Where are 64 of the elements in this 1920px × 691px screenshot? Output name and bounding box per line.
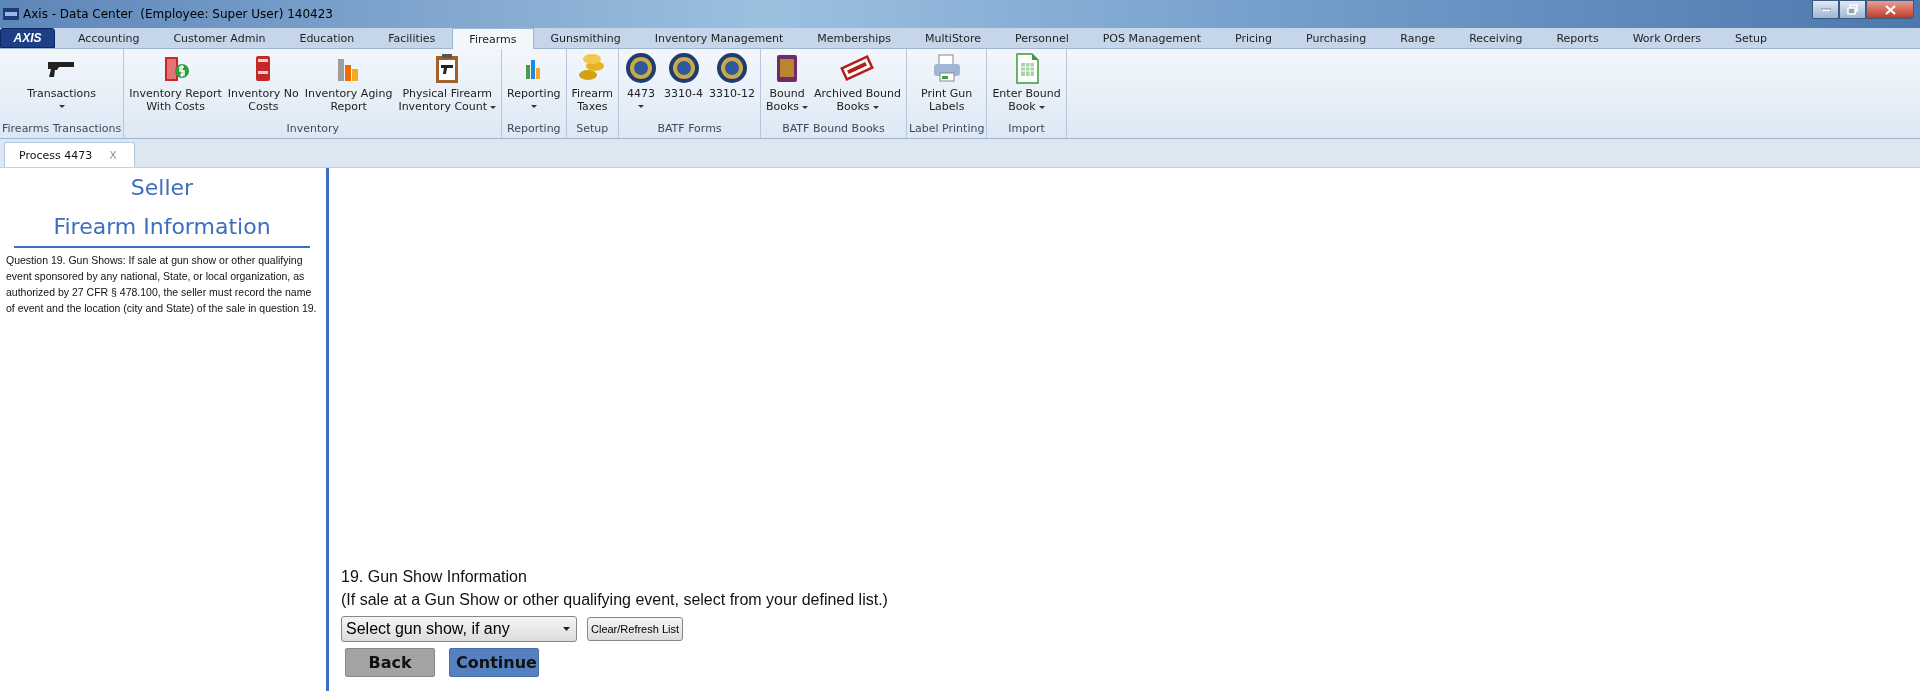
seal-icon bbox=[624, 51, 658, 85]
menu-tab[interactable]: Education bbox=[282, 28, 372, 48]
menu-tab[interactable]: Reports bbox=[1539, 28, 1616, 48]
ribbon-button[interactable]: Print Gun Labels bbox=[918, 49, 976, 122]
ribbon-button[interactable]: Archived Bound Books bbox=[811, 49, 904, 122]
ribbon-button[interactable]: Transactions bbox=[24, 49, 99, 122]
ribbon-button[interactable]: Enter Bound Book bbox=[989, 49, 1064, 122]
menu-tab[interactable]: Memberships bbox=[800, 28, 908, 48]
ribbon-button[interactable]: 3310-4 bbox=[661, 49, 706, 122]
menu-tab[interactable]: Setup bbox=[1718, 28, 1784, 48]
window-title: Axis - Data Center (Employee: Super User) 140423 bbox=[23, 7, 333, 21]
menu-tab[interactable]: Range bbox=[1383, 28, 1453, 48]
menu-tab[interactable]: Accounting bbox=[61, 28, 157, 48]
continue-button[interactable]: Continue bbox=[449, 648, 539, 677]
group-label: Label Printing bbox=[908, 122, 985, 137]
clear-refresh-button[interactable]: Clear/Refresh List bbox=[587, 617, 684, 641]
ribbon-button[interactable]: Bound Books bbox=[762, 49, 812, 122]
sidebar-title: Firearm Information bbox=[14, 212, 310, 248]
help-text: Question 19. Gun Shows: If sale at gun show or other qualifying event sponsored by any national, State, or local organization, as authorized by 27 CFR § 478.100, the seller must record the name of event and the location (city and State) of the sale in question 19. bbox=[6, 253, 318, 316]
document-tab[interactable]: Process 4473 X bbox=[4, 142, 135, 167]
close-button[interactable] bbox=[1866, 0, 1914, 19]
app-icon bbox=[3, 8, 19, 20]
ribbon-button[interactable]: Inventory Report With Costs bbox=[126, 49, 225, 122]
group-label: Firearms Transactions bbox=[2, 122, 122, 137]
sidebar-heading: Seller bbox=[129, 174, 195, 202]
ribbon-button[interactable]: Reporting bbox=[504, 49, 564, 122]
group-label: BATF Bound Books bbox=[782, 122, 885, 137]
menu-tab[interactable]: Firearms bbox=[452, 28, 534, 49]
ribbon-button[interactable]: Physical Firearm Inventory Count bbox=[395, 49, 500, 122]
back-button[interactable]: Back bbox=[345, 648, 435, 677]
tab-label: Process 4473 bbox=[19, 148, 93, 162]
restore-button[interactable] bbox=[1839, 0, 1866, 19]
group-label: Inventory bbox=[286, 122, 339, 137]
menu-tab[interactable]: Inventory Management bbox=[637, 28, 801, 48]
seal-icon bbox=[666, 51, 701, 85]
group-label: BATF Forms bbox=[657, 122, 722, 137]
ribbon-button[interactable]: 4473 bbox=[621, 49, 661, 122]
menu-tab[interactable]: Receiving bbox=[1452, 28, 1540, 48]
dropdown-arrow-icon bbox=[563, 627, 570, 631]
ribbon-button[interactable]: Inventory Aging Report bbox=[301, 49, 396, 122]
gun-show-dropdown[interactable]: Select gun show, if any bbox=[341, 616, 577, 642]
app-menu-button[interactable]: AXIS bbox=[0, 28, 55, 48]
ribbon-button[interactable]: Inventory No Costs bbox=[224, 49, 302, 122]
ribbon-button[interactable]: Firearm Taxes bbox=[568, 49, 616, 122]
restore-icon bbox=[1847, 4, 1858, 15]
close-icon bbox=[1884, 4, 1896, 15]
menu-tab[interactable]: Gunsmithing bbox=[533, 28, 638, 48]
menu-tab[interactable]: Work Orders bbox=[1615, 28, 1718, 48]
group-label: Reporting bbox=[507, 122, 561, 137]
question-hint: (If sale at a Gun Show or other qualifying event, select from your defined list.) bbox=[341, 590, 889, 610]
minimize-icon bbox=[1820, 7, 1831, 12]
menu-tab[interactable]: Pricing bbox=[1217, 28, 1290, 48]
menu-tab[interactable]: Personnel bbox=[997, 28, 1086, 48]
menu-tab[interactable]: Purchasing bbox=[1289, 28, 1384, 48]
menu-tab[interactable]: MultiStore bbox=[908, 28, 998, 48]
minimize-button[interactable] bbox=[1812, 0, 1839, 19]
question-label: 19. Gun Show Information bbox=[341, 567, 528, 587]
menu-tab[interactable]: Customer Admin bbox=[156, 28, 283, 48]
group-label: Import bbox=[1008, 122, 1045, 137]
ribbon-button[interactable]: 3310-12 bbox=[706, 49, 758, 122]
menu-tab[interactable]: POS Management bbox=[1085, 28, 1218, 48]
menu-tab[interactable]: Facilities bbox=[371, 28, 453, 48]
seal-icon bbox=[714, 51, 749, 85]
group-label: Setup bbox=[576, 122, 609, 137]
